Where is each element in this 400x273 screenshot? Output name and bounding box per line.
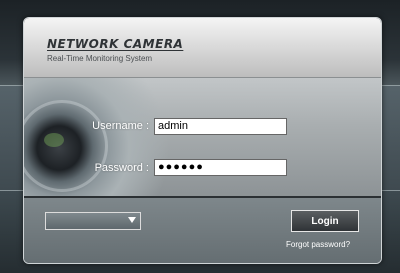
panel-header: NETWORK CAMERA Real-Time Monitoring Syst…: [24, 18, 381, 78]
brand-tagline: Real-Time Monitoring System: [47, 54, 153, 63]
panel-footer: Login Forgot password?: [24, 198, 381, 263]
login-form: Username : admin Password : ●●●●●●: [24, 78, 381, 198]
brand-title: NETWORK CAMERA: [47, 37, 184, 51]
chevron-down-icon: [128, 217, 136, 223]
language-select[interactable]: [45, 212, 141, 230]
login-panel: NETWORK CAMERA Real-Time Monitoring Syst…: [23, 17, 382, 264]
username-label: Username :: [92, 120, 149, 132]
camera-lens-icon: [24, 100, 108, 192]
password-label: Password :: [94, 162, 149, 174]
forgot-password-link[interactable]: Forgot password?: [286, 240, 350, 249]
login-button[interactable]: Login: [291, 210, 359, 232]
password-input[interactable]: ●●●●●●: [154, 159, 287, 176]
username-input[interactable]: admin: [154, 118, 287, 135]
lens-glint: [44, 133, 64, 147]
